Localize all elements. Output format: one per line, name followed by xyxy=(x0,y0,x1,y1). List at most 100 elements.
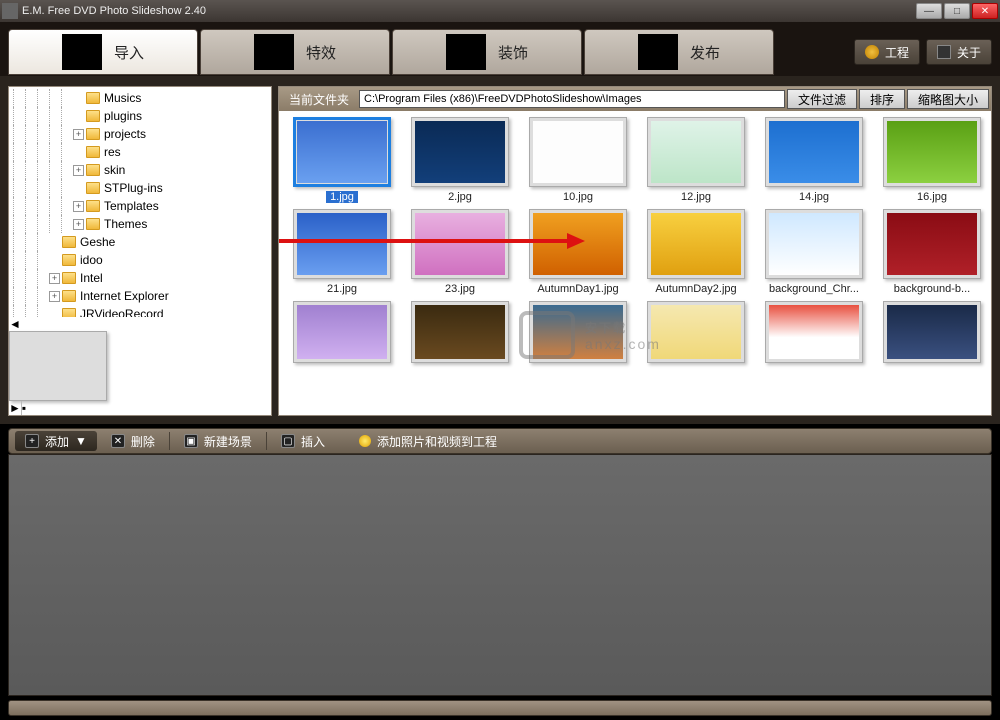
button-label: 添加 xyxy=(45,433,69,450)
thumbnail-item[interactable] xyxy=(641,301,751,367)
thumbnail-item[interactable]: background-b... xyxy=(877,209,987,295)
folder-name: projects xyxy=(104,127,146,141)
timeline-toolbar: +添加▼ ✕删除 ▣新建场景 ▢插入 添加照片和视频到工程 xyxy=(8,428,992,454)
tab-icon xyxy=(446,34,486,70)
thumbnail-image xyxy=(529,301,627,363)
thumbnail-grid: 安下载 anxz.com 1.jpg2.jpg10.jpg12.jpg14.jp… xyxy=(279,111,991,415)
folder-icon xyxy=(62,308,76,317)
tree-node[interactable]: + Intel xyxy=(13,269,271,287)
tab-label: 发布 xyxy=(690,42,720,63)
insert-button[interactable]: ▢插入 xyxy=(271,431,335,451)
path-input[interactable] xyxy=(359,90,785,108)
thumbnail-caption: 2.jpg xyxy=(448,191,472,203)
thumbnail-item[interactable] xyxy=(287,301,397,367)
folder-name: STPlug-ins xyxy=(104,181,163,195)
thumbsize-button[interactable]: 缩略图大小 xyxy=(907,89,989,109)
tab-effects[interactable]: 特效 xyxy=(200,29,390,75)
thumbnail-item[interactable]: background_Chr... xyxy=(759,209,869,295)
thumbnail-caption: background-b... xyxy=(894,283,970,295)
folder-name: JRVideoRecord xyxy=(80,307,164,317)
thumbnail-image xyxy=(765,209,863,279)
button-label: 关于 xyxy=(957,44,981,61)
thumbnail-item[interactable]: AutumnDay1.jpg xyxy=(523,209,633,295)
thumbnail-item[interactable]: AutumnDay2.jpg xyxy=(641,209,751,295)
thumbnail-item[interactable]: 14.jpg xyxy=(759,117,869,203)
x-icon: ✕ xyxy=(111,434,125,448)
tree-node[interactable]: +skin xyxy=(13,161,271,179)
timeline-area[interactable] xyxy=(8,454,992,696)
expand-icon[interactable]: + xyxy=(49,273,60,284)
filter-button[interactable]: 文件过滤 xyxy=(787,89,857,109)
minimize-button[interactable]: — xyxy=(916,3,942,19)
separator xyxy=(266,432,267,450)
folder-name: Templates xyxy=(104,199,159,213)
footer-bar xyxy=(8,700,992,716)
maximize-button[interactable]: □ xyxy=(944,3,970,19)
plus-icon: + xyxy=(25,434,39,448)
chevron-down-icon: ▼ xyxy=(75,434,87,448)
sort-button[interactable]: 排序 xyxy=(859,89,905,109)
tree-node[interactable]: +Internet Explorer xyxy=(13,287,271,305)
thumbnail-image xyxy=(647,209,745,279)
expand-icon[interactable]: + xyxy=(73,201,84,212)
thumbnail-item[interactable]: 23.jpg xyxy=(405,209,515,295)
tree-node[interactable]: Geshe xyxy=(13,233,271,251)
thumbnail-item[interactable]: 16.jpg xyxy=(877,117,987,203)
folder-name: Intel xyxy=(80,271,103,285)
thumbnail-image xyxy=(411,117,509,187)
add-button[interactable]: + 添加 ▼ xyxy=(15,431,97,451)
expand-icon[interactable]: + xyxy=(73,165,84,176)
button-label: 插入 xyxy=(301,433,325,450)
tab-label: 特效 xyxy=(306,42,336,63)
thumbnail-caption: 16.jpg xyxy=(917,191,947,203)
thumbnail-item[interactable]: 10.jpg xyxy=(523,117,633,203)
thumbnail-item[interactable] xyxy=(405,301,515,367)
tree-node[interactable]: idoo xyxy=(13,251,271,269)
thumbnail-item[interactable] xyxy=(523,301,633,367)
thumbnail-item[interactable] xyxy=(759,301,869,367)
about-button[interactable]: 关于 xyxy=(926,39,992,65)
thumbnail-item[interactable]: 21.jpg xyxy=(287,209,397,295)
tab-import[interactable]: 导入 xyxy=(8,29,198,75)
expand-icon[interactable]: + xyxy=(49,291,60,302)
folder-name: idoo xyxy=(80,253,103,267)
thumbnail-item[interactable]: 1.jpg xyxy=(287,117,397,203)
tree-node[interactable]: JRVideoRecord xyxy=(13,305,271,317)
thumbnail-caption: AutumnDay1.jpg xyxy=(537,283,618,295)
project-button[interactable]: 工程 xyxy=(854,39,920,65)
tree-node[interactable]: +Themes xyxy=(13,215,271,233)
browser-pane: 当前文件夹 文件过滤 排序 缩略图大小 安下载 anxz.com 1.jpg2.… xyxy=(278,86,992,416)
folder-name: Geshe xyxy=(80,235,115,249)
bulb-icon xyxy=(359,435,371,447)
main-tabs: 导入 特效 装饰 发布 工程 关于 xyxy=(0,22,1000,78)
window-title: E.M. Free DVD Photo Slideshow 2.40 xyxy=(22,5,916,17)
thumbnail-item[interactable] xyxy=(877,301,987,367)
path-bar: 当前文件夹 文件过滤 排序 缩略图大小 xyxy=(279,87,991,111)
thumbnail-caption: 14.jpg xyxy=(799,191,829,203)
thumbnail-item[interactable]: 2.jpg xyxy=(405,117,515,203)
expand-icon[interactable]: + xyxy=(73,129,84,140)
tab-decorate[interactable]: 装饰 xyxy=(392,29,582,75)
expand-icon[interactable]: + xyxy=(73,219,84,230)
folder-icon xyxy=(86,92,100,104)
close-button[interactable]: ✕ xyxy=(972,3,998,19)
thumbnail-item[interactable]: 12.jpg xyxy=(641,117,751,203)
thumbnail-image xyxy=(411,301,509,363)
tree-node[interactable]: + projects xyxy=(13,125,271,143)
folder-icon xyxy=(62,236,76,248)
tree-node[interactable]: STPlug-ins xyxy=(13,179,271,197)
tree-node[interactable]: plugins xyxy=(13,107,271,125)
thumbnail-image xyxy=(765,301,863,363)
folder-tree: Musicsplugins + projects res+skin STPlug-ins… xyxy=(8,86,272,416)
newscene-button[interactable]: ▣新建场景 xyxy=(174,431,262,451)
thumbnail-caption: 23.jpg xyxy=(445,283,475,295)
tree-node[interactable]: Musics xyxy=(13,89,271,107)
thumbnail-image xyxy=(293,301,391,363)
tree-node[interactable]: + Templates xyxy=(13,197,271,215)
tree-scrollbar[interactable]: ◄►▪ xyxy=(9,317,271,415)
delete-button[interactable]: ✕删除 xyxy=(101,431,165,451)
tab-icon xyxy=(254,34,294,70)
path-label: 当前文件夹 xyxy=(281,91,357,108)
tree-node[interactable]: res xyxy=(13,143,271,161)
tab-publish[interactable]: 发布 xyxy=(584,29,774,75)
